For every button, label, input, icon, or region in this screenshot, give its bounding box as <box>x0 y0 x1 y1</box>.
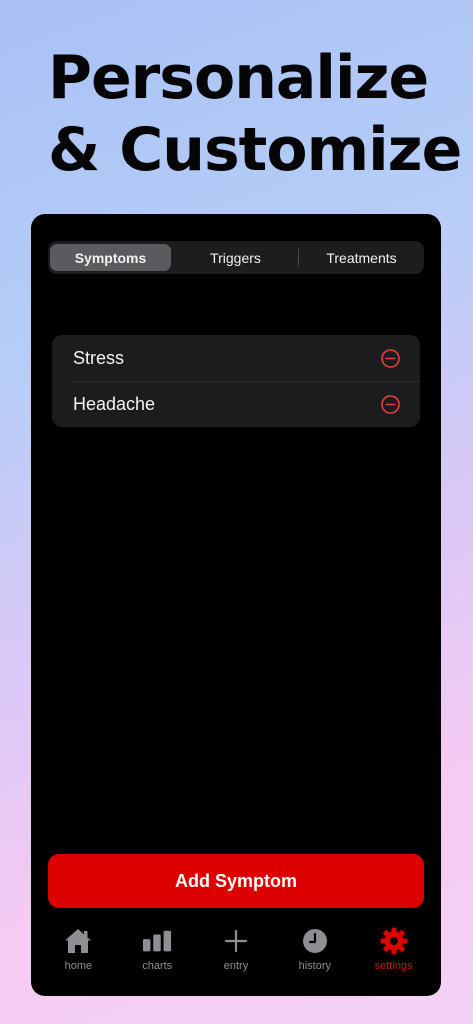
headline: Personalize & Customize <box>48 42 462 186</box>
tab-settings[interactable]: settings <box>361 926 427 986</box>
symptom-list: Stress Headache <box>52 335 420 427</box>
minus-circle-icon[interactable] <box>381 348 400 368</box>
tab-label: charts <box>142 960 173 972</box>
segment-treatments[interactable]: Treatments <box>301 244 422 271</box>
headline-line-2: & Customize <box>48 115 462 185</box>
tab-history[interactable]: history <box>282 926 348 986</box>
list-item-label: Stress <box>73 347 125 368</box>
tab-entry[interactable]: entry <box>203 926 269 986</box>
list-item[interactable]: Stress <box>52 335 420 381</box>
list-item[interactable]: Headache <box>52 381 420 427</box>
minus-circle-icon[interactable] <box>381 394 400 414</box>
segment-divider <box>298 249 299 266</box>
house-icon <box>63 926 93 956</box>
clock-icon <box>300 926 330 956</box>
segment-triggers[interactable]: Triggers <box>175 244 296 271</box>
add-symptom-button[interactable]: Add Symptom <box>48 854 424 908</box>
tab-bar: home charts entry history settings <box>31 926 441 986</box>
segment-label: Triggers <box>210 249 261 266</box>
segment-symptoms[interactable]: Symptoms <box>50 244 171 271</box>
tab-label: settings <box>374 960 413 972</box>
bar-chart-icon <box>142 926 172 956</box>
gear-icon <box>379 926 409 956</box>
list-item-label: Headache <box>73 393 156 414</box>
app-screen: Symptoms Triggers Treatments Stress Head… <box>31 214 441 996</box>
tab-home[interactable]: home <box>45 926 111 986</box>
segmented-control: Symptoms Triggers Treatments <box>48 241 424 274</box>
segment-label: Treatments <box>326 249 397 266</box>
headline-line-1: Personalize <box>48 43 429 113</box>
tab-label: history <box>298 960 331 972</box>
segment-label: Symptoms <box>74 249 147 266</box>
tab-label: home <box>64 960 93 972</box>
tab-charts[interactable]: charts <box>124 926 190 986</box>
plus-icon <box>221 926 251 956</box>
tab-label: entry <box>223 960 249 972</box>
